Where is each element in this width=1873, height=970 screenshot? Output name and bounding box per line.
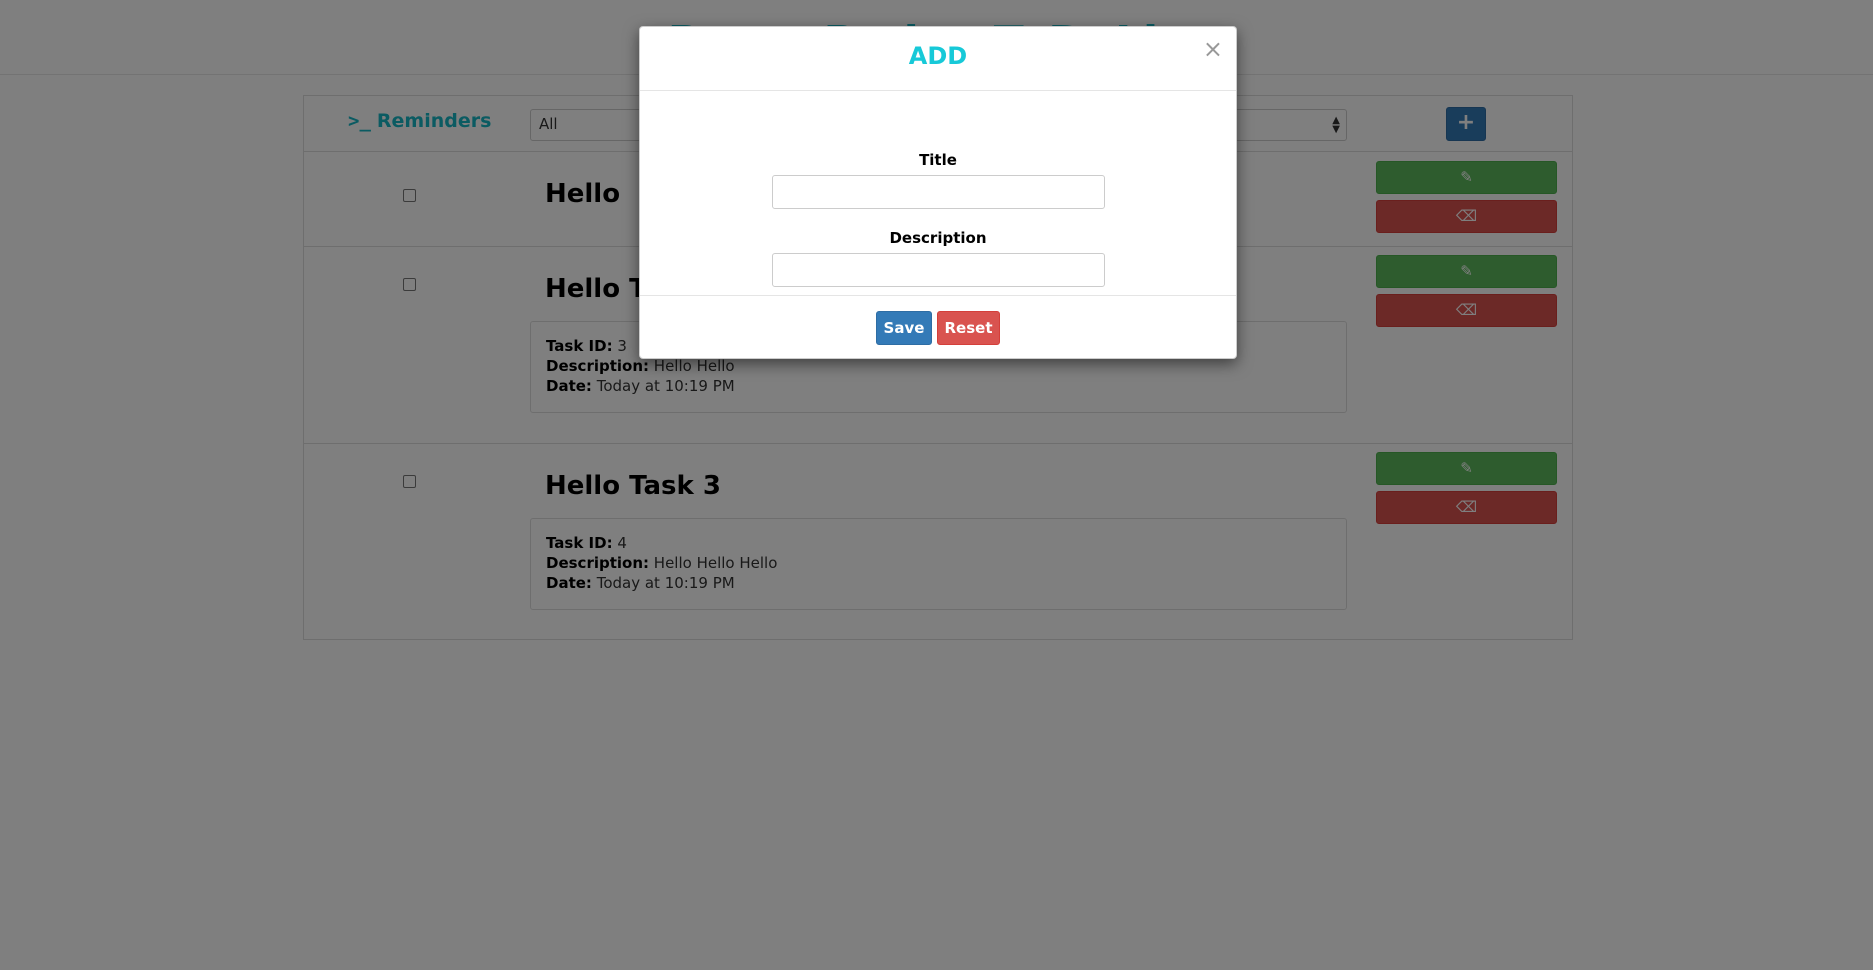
add-task-modal: ADD × Title Description Save Reset (639, 26, 1237, 359)
close-icon[interactable]: × (1203, 37, 1223, 61)
description-label: Description (889, 229, 987, 247)
modal-body: Title Description (640, 91, 1236, 320)
modal-title: ADD (908, 42, 968, 70)
modal-header: ADD × (640, 27, 1236, 91)
reset-button[interactable]: Reset (937, 311, 1000, 345)
title-label: Title (919, 151, 957, 169)
title-input[interactable] (772, 175, 1105, 209)
modal-footer: Save Reset (640, 295, 1236, 360)
save-button[interactable]: Save (876, 311, 932, 345)
description-input[interactable] (772, 253, 1105, 287)
